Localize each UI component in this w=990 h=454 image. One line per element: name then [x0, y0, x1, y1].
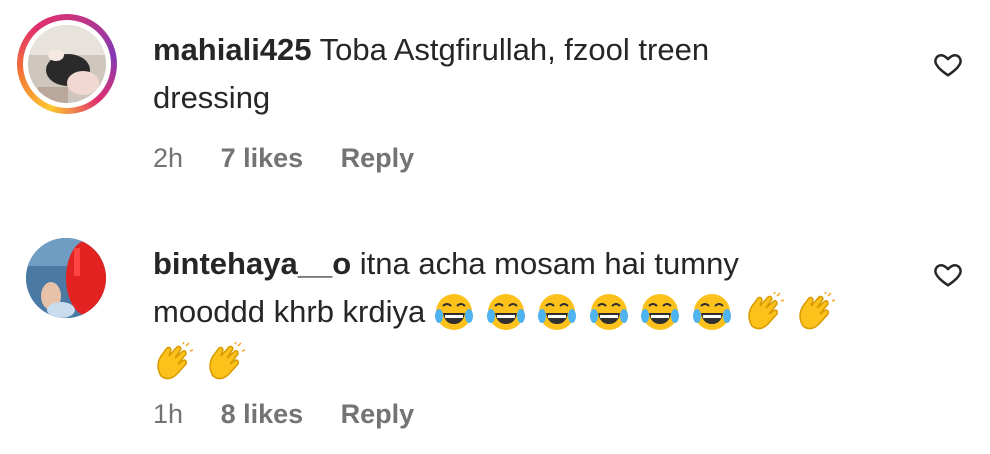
comment-likes[interactable]: 8 likes — [221, 399, 304, 429]
heart-outline-icon[interactable] — [933, 49, 963, 79]
comment-item: bintehaya__o itna acha mosam hai tumny m… — [0, 200, 990, 454]
comment-item: mahiali425 Toba Astgfirullah, fzool tree… — [0, 0, 990, 200]
comment-likes[interactable]: 7 likes — [221, 143, 304, 173]
face-with-tears-of-joy-icon — [434, 293, 473, 330]
reply-button[interactable]: Reply — [341, 143, 415, 173]
comment-body-line2: mooddd khrb krdiya — [153, 294, 426, 329]
comment-time[interactable]: 1h — [153, 399, 183, 429]
comment-username[interactable]: mahiali425 — [153, 32, 312, 67]
emoji-group — [434, 290, 838, 338]
face-with-tears-of-joy-icon — [538, 293, 577, 330]
emoji-group — [153, 340, 248, 388]
avatar-photo-icon — [26, 238, 106, 318]
comment-time[interactable]: 2h — [153, 143, 183, 173]
comment-body-line2: dressing — [153, 80, 271, 115]
avatar-story-ring[interactable] — [17, 14, 117, 114]
clapping-hands-icon — [157, 341, 193, 379]
avatar[interactable] — [26, 238, 106, 318]
comment-meta: 2h 7 likes Reply — [153, 143, 444, 174]
comment-text: mahiali425 Toba Astgfirullah, fzool tree… — [153, 26, 873, 122]
comment-text: bintehaya__o itna acha mosam hai tumny m… — [153, 240, 873, 388]
avatar — [28, 25, 106, 103]
comment-body-line1: itna acha mosam hai tumny — [359, 246, 739, 281]
clapping-hands-icon — [208, 341, 245, 379]
avatar-photo-icon — [28, 25, 106, 103]
face-with-tears-of-joy-icon — [486, 293, 525, 330]
face-with-tears-of-joy-icon — [693, 293, 731, 330]
heart-outline-icon[interactable] — [933, 259, 963, 289]
reply-button[interactable]: Reply — [341, 399, 415, 429]
comment-body-line1: Toba Astgfirullah, fzool treen — [319, 32, 710, 67]
face-with-tears-of-joy-icon — [641, 293, 680, 330]
comment-username[interactable]: bintehaya__o — [153, 246, 351, 281]
clapping-hands-icon — [799, 291, 836, 330]
clapping-hands-icon — [747, 291, 784, 330]
face-with-tears-of-joy-icon — [589, 293, 628, 330]
comment-meta: 1h 8 likes Reply — [153, 399, 444, 430]
